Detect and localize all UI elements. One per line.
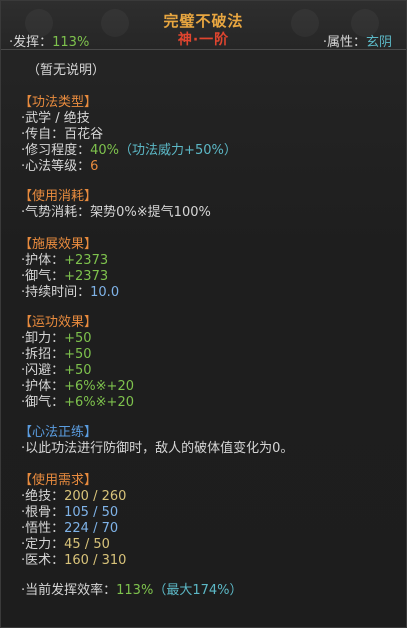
- req-r3-label: ·悟性：: [21, 521, 65, 536]
- cost-qi: 提气100%: [147, 205, 211, 220]
- practice-bonus: （功法威力+50%）: [119, 143, 237, 158]
- run-line-2: ·拆招：+50: [21, 347, 92, 363]
- cost-label: ·气势消耗：: [21, 205, 91, 220]
- effect-hu-value: +2373: [64, 253, 109, 268]
- effect-hu-label: ·护体：: [21, 253, 65, 268]
- effect-line-1: ·护体：+2373: [21, 253, 108, 269]
- attribute-readout: ·属性：玄阴: [323, 31, 392, 50]
- skill-description: （暂无说明）: [27, 63, 106, 78]
- req-r5-value: 160 / 310: [64, 553, 127, 568]
- section-run-title: 【运功效果】: [19, 315, 98, 330]
- run-line-5: ·御气：+6%※+20: [21, 395, 134, 411]
- zheng-line-1: ·以此功法进行防御时，敌人的破体值变化为0。: [21, 441, 294, 456]
- run-l1-label: ·卸力：: [21, 331, 65, 346]
- section-req-title: 【使用需求】: [19, 473, 98, 488]
- efficacy-label: ·发挥：: [9, 35, 53, 50]
- run-l3-label: ·闪避：: [21, 363, 65, 378]
- run-l5-label: ·御气：: [21, 395, 65, 410]
- run-line-1: ·卸力：+50: [21, 331, 92, 347]
- req-line-3: ·悟性：224 / 70: [21, 521, 118, 537]
- attribute-value: 玄阴: [365, 35, 392, 50]
- req-r1-value: 200 / 260: [64, 489, 127, 504]
- practice-label: ·修习程度：: [21, 143, 91, 158]
- type-line-3: ·修习程度：40%（功法威力+50%）: [21, 143, 237, 159]
- level-label: ·心法等级：: [21, 159, 91, 174]
- req-line-4: ·定力：45 / 50: [21, 537, 110, 553]
- req-r2-label: ·根骨：: [21, 505, 65, 520]
- tooltip-header: 完璧不破法 神·一阶 ·发挥：113% ·属性：玄阴: [1, 1, 406, 50]
- effect-line-3: ·持续时间：10.0: [21, 285, 119, 301]
- run-l5-value: +6%※+20: [64, 395, 134, 410]
- final-label: ·当前发挥效率：: [21, 583, 117, 598]
- run-l3-value: +50: [64, 363, 92, 378]
- skill-tooltip: 完璧不破法 神·一阶 ·发挥：113% ·属性：玄阴 （暂无说明） 【功法类型】…: [0, 0, 407, 628]
- req-r2-value: 105 / 50: [64, 505, 119, 520]
- section-type-title: 【功法类型】: [19, 95, 98, 110]
- type-line-4: ·心法等级：6: [21, 159, 98, 175]
- req-r1-label: ·绝技：: [21, 489, 65, 504]
- run-line-3: ·闪避：+50: [21, 363, 92, 379]
- final-max: （最大174%）: [153, 583, 243, 598]
- effect-yu-label: ·御气：: [21, 269, 65, 284]
- run-l2-value: +50: [64, 347, 92, 362]
- effect-time-value: 10.0: [90, 285, 120, 300]
- req-r3-value: 224 / 70: [64, 521, 119, 536]
- type-line-2: ·传自：百花谷: [21, 127, 104, 142]
- efficacy-value: 113%: [52, 35, 90, 50]
- cost-line-1: ·气势消耗：架势0%※提气100%: [21, 205, 211, 221]
- effect-time-label: ·持续时间：: [21, 285, 91, 300]
- req-line-5: ·医术：160 / 310: [21, 553, 126, 569]
- type-line-1: ·武学 / 绝技: [21, 111, 90, 126]
- req-line-2: ·根骨：105 / 50: [21, 505, 118, 521]
- cost-sep: ※: [136, 205, 148, 220]
- run-l1-value: +50: [64, 331, 92, 346]
- practice-value: 40%: [90, 143, 120, 158]
- req-r5-label: ·医术：: [21, 553, 65, 568]
- section-effect-title: 【施展效果】: [19, 237, 98, 252]
- final-efficacy: ·当前发挥效率：113%（最大174%）: [21, 583, 242, 599]
- run-line-4: ·护体：+6%※+20: [21, 379, 134, 395]
- effect-yu-value: +2373: [64, 269, 109, 284]
- run-l2-label: ·拆招：: [21, 347, 65, 362]
- level-value: 6: [90, 159, 99, 174]
- efficacy-readout: ·发挥：113%: [9, 31, 89, 50]
- attribute-label: ·属性：: [322, 35, 366, 50]
- cost-stance: 架势0%: [90, 205, 137, 220]
- final-value: 113%: [116, 583, 154, 598]
- section-zheng-title: 【心法正练】: [19, 425, 98, 440]
- skill-title: 完璧不破法: [163, 12, 244, 30]
- req-r4-label: ·定力：: [21, 537, 65, 552]
- effect-line-2: ·御气：+2373: [21, 269, 108, 285]
- section-cost-title: 【使用消耗】: [19, 189, 98, 204]
- req-line-1: ·绝技：200 / 260: [21, 489, 126, 505]
- run-l4-label: ·护体：: [21, 379, 65, 394]
- run-l4-value: +6%※+20: [64, 379, 134, 394]
- req-r4-value: 45 / 50: [64, 537, 110, 552]
